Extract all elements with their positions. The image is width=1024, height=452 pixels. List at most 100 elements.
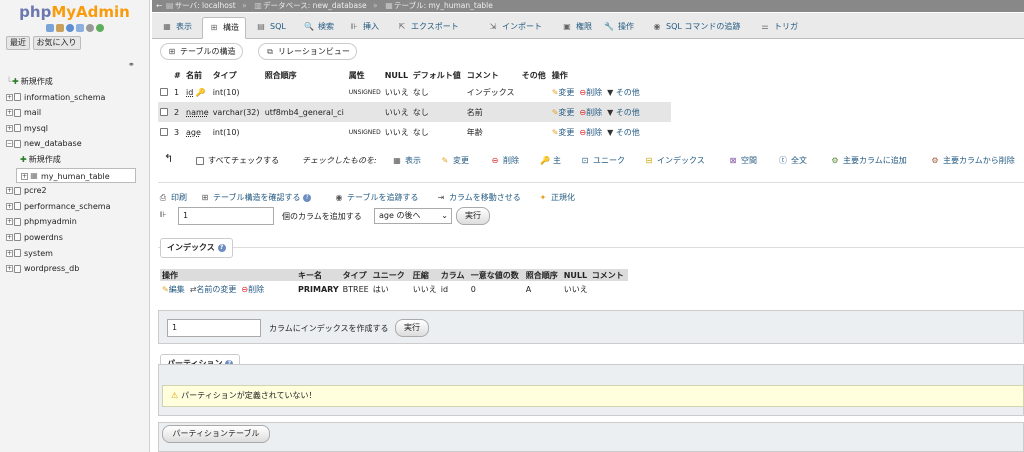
logout-icon[interactable]	[55, 24, 64, 32]
change-link[interactable]: ✎変更	[552, 88, 575, 97]
create-index-go-button[interactable]: 実行	[395, 319, 429, 337]
link-with-main-icon[interactable]: ⚭	[128, 60, 135, 69]
create-index-count-input[interactable]: 1	[167, 319, 261, 337]
tree-table-my-human-table[interactable]: + ▦ my_human_table	[16, 167, 136, 184]
indexes-header-row: 操作 キー名 タイプ ユニーク 圧縮 カラム 一意な値の数 照合順序 NULL …	[160, 269, 628, 281]
change-link[interactable]: ✎変更	[552, 108, 575, 117]
tree-db-information-schema[interactable]: + information_schema	[0, 90, 150, 106]
expand-icon[interactable]: +	[6, 202, 13, 210]
add-columns-position-select[interactable]: age の後へ ⌄	[374, 208, 452, 224]
breadcrumb-database[interactable]: データベース: new_database	[263, 1, 367, 10]
drop-index-link[interactable]: ⊖削除	[241, 285, 264, 294]
bulk-browse-button[interactable]: ▦ 表示	[392, 155, 421, 166]
table-row: 3 age int(10) UNSIGNED いいえ なし 年齢 ✎変更 ⊖削除 ▼…	[158, 122, 671, 142]
row-checkbox[interactable]	[160, 108, 168, 116]
tree-db-wordpress-db[interactable]: + wordpress_db	[0, 261, 150, 277]
field-name[interactable]: name	[186, 108, 209, 117]
help-icon[interactable]	[65, 24, 74, 32]
expand-icon[interactable]: +	[6, 187, 13, 195]
tree-db-powerdns[interactable]: + powerdns	[0, 230, 150, 246]
partition-table-button[interactable]: パーティションテーブル	[162, 425, 270, 443]
recent-tab[interactable]: 最近	[6, 36, 30, 50]
tab-browse[interactable]: ▦ 表示	[156, 17, 198, 39]
expand-icon[interactable]: +	[6, 249, 13, 257]
drop-link[interactable]: ⊖削除	[579, 128, 602, 137]
tree-db-system[interactable]: + system	[0, 246, 150, 262]
tree-new-database[interactable]: └✚ 新規作成	[0, 74, 150, 90]
tab-triggers[interactable]: ⚌ トリガ	[754, 17, 804, 39]
more-dropdown[interactable]: ▼ その他	[607, 128, 640, 137]
structure-icon: ⊞	[168, 46, 176, 56]
docs-icon[interactable]	[75, 24, 84, 32]
bulk-add-central-button[interactable]: ⚙ 主要カラムに追加	[830, 155, 906, 166]
tab-structure[interactable]: ⊞ 構造	[202, 17, 246, 39]
add-columns-count-input[interactable]: 1	[178, 207, 274, 225]
more-dropdown[interactable]: ▼ その他	[607, 108, 640, 117]
back-arrow-icon[interactable]: ←	[156, 1, 162, 10]
expand-icon[interactable]: +	[21, 172, 28, 180]
move-columns-link[interactable]: ⇥ カラムを移動させる	[436, 192, 521, 203]
subtab-relation-view[interactable]: ⧉ リレーションビュー	[258, 43, 357, 60]
expand-icon[interactable]: +	[6, 109, 13, 117]
tree-new-table[interactable]: ✚ 新規作成	[0, 152, 150, 168]
home-icon[interactable]	[45, 24, 54, 32]
expand-icon[interactable]: +	[6, 265, 13, 273]
field-name[interactable]: id	[186, 88, 193, 97]
bulk-drop-button[interactable]: ⊖ 削除	[490, 155, 519, 166]
tab-sql[interactable]: ▤ SQL	[250, 17, 292, 39]
tab-insert[interactable]: ⊪ 挿入	[343, 17, 385, 39]
help-icon[interactable]: ?	[217, 243, 226, 252]
tab-privileges[interactable]: ▣ 権限	[556, 17, 598, 39]
tree-db-mysql[interactable]: + mysql	[0, 121, 150, 137]
tab-operations[interactable]: 🔧 操作	[598, 17, 640, 39]
check-all-checkbox[interactable]	[196, 156, 204, 165]
subtab-table-structure[interactable]: ⊞ テーブルの構造	[160, 43, 243, 60]
normalize-link[interactable]: ✦ 正規化	[538, 192, 575, 203]
tab-import[interactable]: ⇲ インポート	[482, 17, 548, 39]
breadcrumb-table[interactable]: テーブル: my_human_table	[394, 1, 493, 10]
help-icon[interactable]: ?	[303, 193, 312, 202]
bulk-spatial-button[interactable]: ⊠ 空間	[728, 155, 757, 166]
expand-icon[interactable]: +	[6, 233, 13, 241]
tree-db-performance-schema[interactable]: + performance_schema	[0, 199, 150, 215]
check-all-control[interactable]: すべてチェックする	[196, 155, 279, 166]
main-content: ⊞ テーブルの構造 ⧉ リレーションビュー # 名前 タイプ 照合順序 属性 NUL…	[152, 40, 1024, 452]
tab-export[interactable]: ⇱ エクスポート	[391, 17, 465, 39]
collapse-icon[interactable]: −	[6, 140, 13, 148]
expand-icon[interactable]: +	[6, 218, 13, 226]
settings-icon[interactable]	[85, 24, 94, 32]
bulk-index-button[interactable]: ⊟ インデックス	[644, 155, 705, 166]
tree-db-mail[interactable]: + mail	[0, 105, 150, 121]
change-link[interactable]: ✎変更	[552, 128, 575, 137]
tree-db-new-database[interactable]: − new_database	[0, 136, 150, 152]
field-name[interactable]: age	[186, 128, 201, 137]
bulk-primary-button[interactable]: 🔑 主	[540, 155, 561, 166]
drop-link[interactable]: ⊖削除	[579, 88, 602, 97]
expand-icon[interactable]: +	[6, 124, 13, 132]
row-checkbox[interactable]	[160, 88, 168, 96]
favorites-tab[interactable]: お気に入り	[32, 36, 81, 50]
add-columns-go-button[interactable]: 実行	[456, 207, 490, 225]
propose-structure-link[interactable]: ⊞ テーブル構造を確認する ?	[200, 192, 312, 203]
edit-index-link[interactable]: ✎編集	[162, 285, 185, 294]
expand-icon[interactable]: +	[6, 93, 13, 101]
more-dropdown[interactable]: ▼ その他	[607, 88, 640, 97]
rename-index-link[interactable]: ⇄名前の変更	[190, 285, 237, 294]
drop-link[interactable]: ⊖削除	[579, 108, 602, 117]
partitions-notice: ⚠ パーティションが定義されていない！	[162, 385, 1024, 407]
tab-search[interactable]: 🔍 検索	[298, 17, 340, 39]
bulk-fulltext-button[interactable]: ⓣ 全文	[778, 155, 807, 166]
tab-tracking[interactable]: ◉ SQL コマンドの追跡	[646, 17, 746, 39]
tree-db-pcre2[interactable]: + pcre2	[0, 183, 150, 199]
col-header-name[interactable]: 名前	[184, 68, 211, 82]
bulk-remove-central-button[interactable]: ⚙ 主要カラムから削除	[930, 155, 1014, 166]
phpmyadmin-logo[interactable]: phpMyAdmin	[0, 0, 149, 24]
bulk-change-button[interactable]: ✎ 変更	[440, 155, 469, 166]
track-table-link[interactable]: ◉ テーブルを追跡する	[334, 192, 419, 203]
print-link[interactable]: ⎙ 印刷	[158, 192, 187, 203]
bulk-unique-button[interactable]: ⊡ ユニーク	[580, 155, 625, 166]
row-checkbox[interactable]	[160, 128, 168, 136]
tree-db-phpmyadmin[interactable]: + phpmyadmin	[0, 214, 150, 230]
breadcrumb-server[interactable]: サーバ: localhost	[175, 1, 236, 10]
reload-icon[interactable]	[95, 24, 104, 32]
